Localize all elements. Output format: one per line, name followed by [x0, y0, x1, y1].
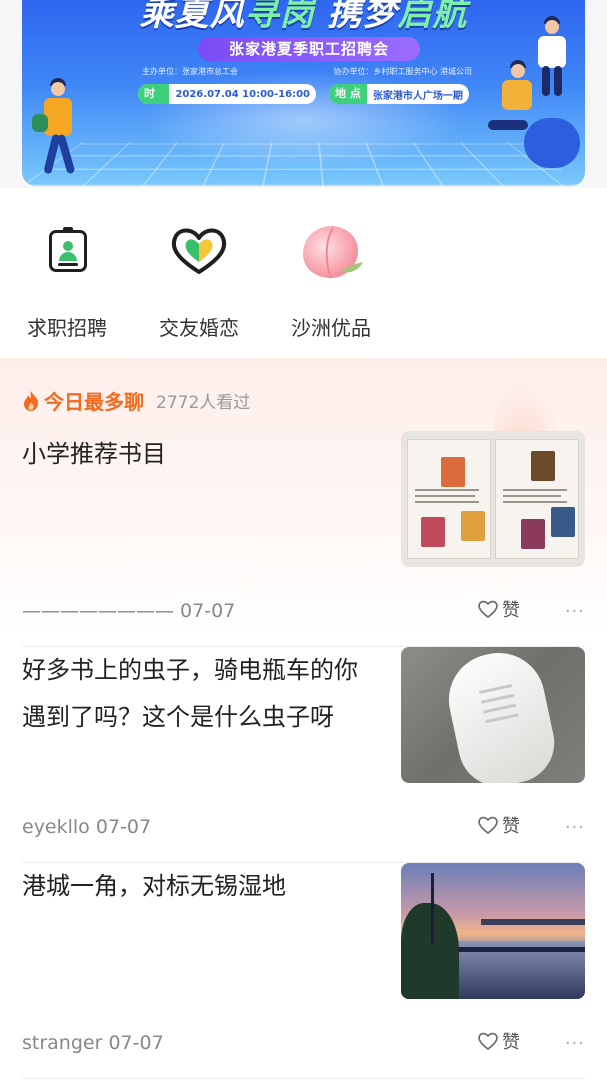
post-title[interactable]: 好多书上的虫子，骑电瓶车的你遇到了吗？这个是什么虫子呀 [22, 647, 377, 741]
hot-header: 今日最多聊 2772人看过 [22, 386, 250, 415]
more-options-icon[interactable]: ··· [565, 1033, 585, 1054]
post-thumbnail[interactable] [401, 863, 585, 999]
banner-illustration-right-bottom [484, 48, 584, 178]
more-options-icon[interactable]: ··· [565, 601, 585, 622]
post-author[interactable]: ———————— [22, 600, 174, 622]
banner-place-pill: 地 点 张家港市人广场一期 [329, 84, 469, 104]
banner-time-value: 2026.07.04 10:00-16:00 [175, 88, 310, 100]
banner-headline-part: 启航 [397, 0, 468, 34]
banner-illustration-left [30, 68, 90, 186]
banner-time-tag: 时 间 [138, 84, 170, 104]
like-label: 赞 [502, 1032, 520, 1053]
post-meta: ———————— 07-07 [22, 600, 235, 622]
banner-headline-part: 寻岗 [244, 0, 315, 34]
post-meta: stranger 07-07 [22, 1032, 164, 1054]
category-label: 沙洲优品 [291, 316, 371, 340]
post-title[interactable]: 小学推荐书目 [22, 431, 377, 478]
heart-outline-icon [478, 1032, 498, 1050]
heart-outline-icon [478, 816, 498, 834]
like-label: 赞 [502, 600, 520, 621]
post-author[interactable]: eyekllo [22, 816, 90, 838]
peach-icon [295, 222, 367, 282]
like-button[interactable]: 赞 [477, 1028, 520, 1054]
hot-feed: 今日最多聊 2772人看过 小学推荐书目 ———————— 07-07 赞 ··… [0, 358, 607, 1080]
banner-place-tag: 地 点 [329, 84, 367, 104]
category-label: 交友婚恋 [159, 316, 239, 340]
banner-co-organizer: 协办单位：乡村职工服务中心 港城公司 [333, 67, 472, 76]
banner-time-pill: 时 间 2026.07.04 10:00-16:00 [138, 84, 316, 104]
heart-outline-icon [478, 600, 498, 618]
job-fair-banner[interactable]: 乘夏风寻岗 携梦启航 张家港夏季职工招聘会 主办单位：张家港市总工会 协办单位：… [22, 0, 585, 186]
category-nav: 求职招聘 交友婚恋 沙洲优品 [0, 188, 607, 358]
hot-view-count: 2772人看过 [156, 393, 251, 413]
banner-place-value: 张家港市人广场一期 [372, 90, 463, 102]
category-label: 求职招聘 [27, 316, 107, 340]
banner-headline: 乘夏风寻岗 携梦启航 [22, 0, 585, 35]
banner-headline-part: 携梦 [314, 0, 398, 34]
more-options-icon[interactable]: ··· [565, 817, 585, 838]
flame-icon [24, 390, 39, 411]
id-card-icon [31, 222, 103, 282]
category-item-products[interactable]: 沙洲优品 [276, 222, 386, 341]
like-label: 赞 [502, 816, 520, 837]
banner-organizer: 主办单位：张家港市总工会 [142, 67, 238, 76]
post-meta: eyekllo 07-07 [22, 816, 151, 838]
post-author[interactable]: stranger [22, 1032, 102, 1054]
banner-subtitle: 张家港夏季职工招聘会 [198, 37, 420, 61]
post-thumbnail[interactable] [401, 647, 585, 783]
like-button[interactable]: 赞 [477, 596, 520, 622]
post-item[interactable]: 港城一角，对标无锡湿地 stranger 07-07 赞 ··· [22, 863, 585, 1079]
post-date: 07-07 [180, 600, 236, 622]
post-date: 07-07 [108, 1032, 164, 1054]
heart-icon [163, 222, 235, 282]
category-item-jobs[interactable]: 求职招聘 [12, 222, 122, 341]
banner-headline-part: 乘夏风 [139, 0, 245, 34]
category-item-dating[interactable]: 交友婚恋 [144, 222, 254, 341]
hot-title: 今日最多聊 [44, 390, 144, 414]
post-item[interactable]: 好多书上的虫子，骑电瓶车的你遇到了吗？这个是什么虫子呀 eyekllo 07-0… [22, 647, 585, 863]
banner-area: 乘夏风寻岗 携梦启航 张家港夏季职工招聘会 主办单位：张家港市总工会 协办单位：… [0, 0, 607, 188]
post-date: 07-07 [95, 816, 152, 838]
post-item[interactable]: 小学推荐书目 ———————— 07-07 赞 ··· [22, 431, 585, 647]
post-thumbnail[interactable] [401, 431, 585, 567]
like-button[interactable]: 赞 [477, 812, 520, 838]
post-title[interactable]: 港城一角，对标无锡湿地 [22, 863, 377, 910]
banner-organizers: 主办单位：张家港市总工会 协办单位：乡村职工服务中心 港城公司 [142, 66, 472, 77]
